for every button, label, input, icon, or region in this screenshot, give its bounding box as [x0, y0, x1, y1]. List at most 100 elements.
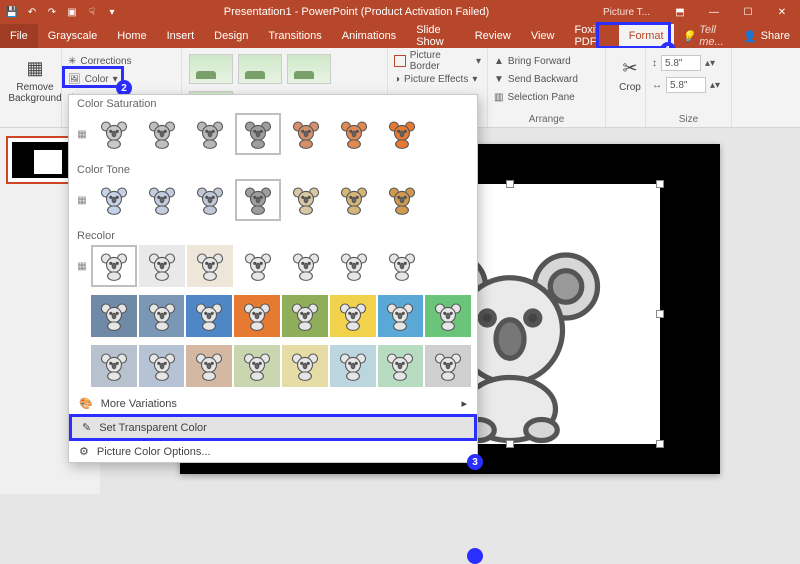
tab-home[interactable]: Home	[107, 24, 156, 48]
color-swatch[interactable]	[91, 345, 137, 387]
color-swatch[interactable]	[139, 179, 185, 221]
share-button[interactable]: 👤 Share	[733, 24, 800, 48]
bring-forward-button[interactable]: ▲Bring Forward	[494, 52, 599, 70]
color-swatch[interactable]	[379, 245, 425, 287]
tab-foxitpdf[interactable]: Foxit PDF	[564, 24, 618, 48]
stepper-icon[interactable]: ▴▾	[705, 58, 715, 69]
tab-format[interactable]: Format	[619, 24, 674, 48]
color-swatch[interactable]	[139, 345, 185, 387]
minimize-icon[interactable]: —	[700, 0, 728, 24]
picture-style-thumb[interactable]	[189, 54, 233, 84]
color-swatch[interactable]	[378, 345, 424, 387]
color-swatch[interactable]	[235, 245, 281, 287]
maximize-icon[interactable]: ☐	[734, 0, 762, 24]
stepper-icon[interactable]: ▴▾	[710, 80, 720, 91]
color-swatch[interactable]	[91, 179, 137, 221]
recolor-row: ▦	[69, 243, 477, 293]
start-slideshow-icon[interactable]: ▣	[64, 4, 80, 20]
picture-style-thumb[interactable]	[238, 54, 282, 84]
color-swatch[interactable]	[331, 245, 377, 287]
crop-icon: ✂	[616, 54, 644, 82]
color-swatch[interactable]	[91, 113, 137, 155]
color-swatch[interactable]	[331, 113, 377, 155]
title-bar: 💾 ↶ ↷ ▣ ☟ ▾ Presentation1 - PowerPoint (…	[0, 0, 800, 24]
color-swatch[interactable]	[139, 245, 185, 287]
set-transparent-color-item[interactable]: ✎ Set Transparent Color	[69, 414, 477, 441]
tab-slideshow[interactable]: Slide Show	[406, 24, 465, 48]
color-swatch[interactable]	[187, 113, 233, 155]
color-swatch[interactable]	[91, 245, 137, 287]
color-swatch[interactable]	[235, 179, 281, 221]
color-swatch[interactable]	[425, 295, 471, 337]
picture-border-button[interactable]: Picture Border▾	[394, 52, 481, 70]
send-backward-icon: ▼	[494, 74, 504, 85]
color-swatch[interactable]	[379, 113, 425, 155]
ribbon-options-icon[interactable]: ⬒	[666, 0, 694, 24]
color-swatch[interactable]	[379, 179, 425, 221]
tell-me-search[interactable]: 💡 Tell me...	[674, 24, 733, 48]
picture-color-options-item[interactable]: ⚙ Picture Color Options...	[69, 441, 477, 462]
tab-insert[interactable]: Insert	[157, 24, 205, 48]
color-swatch[interactable]	[330, 295, 376, 337]
corrections-icon: ✳	[68, 56, 76, 67]
touch-mode-icon[interactable]: ☟	[84, 4, 100, 20]
color-swatch[interactable]	[330, 345, 376, 387]
close-icon[interactable]: ✕	[768, 0, 796, 24]
color-swatch[interactable]	[186, 345, 232, 387]
picture-effects-button[interactable]: ◑Picture Effects▾	[394, 70, 481, 88]
recolor-row	[69, 293, 477, 343]
save-icon[interactable]: 💾	[4, 4, 20, 20]
selection-pane-button[interactable]: ▥Selection Pane	[494, 88, 599, 106]
palette-icon: 🎨	[79, 397, 93, 410]
qat-customize-icon[interactable]: ▾	[104, 4, 120, 20]
color-swatch[interactable]	[378, 295, 424, 337]
color-swatch[interactable]	[283, 179, 329, 221]
color-swatch[interactable]	[187, 245, 233, 287]
color-swatch[interactable]	[283, 245, 329, 287]
tab-design[interactable]: Design	[204, 24, 258, 48]
window-title: Presentation1 - PowerPoint (Product Acti…	[120, 6, 593, 18]
tab-review[interactable]: Review	[465, 24, 521, 48]
height-icon: ↕	[652, 58, 657, 69]
color-icon: 🖼	[68, 74, 81, 85]
recolor-row	[69, 343, 477, 393]
color-swatch[interactable]	[235, 113, 281, 155]
ribbon-tabs: File Grayscale Home Insert Design Transi…	[0, 24, 800, 48]
color-swatch[interactable]	[187, 179, 233, 221]
share-label: Share	[761, 30, 790, 42]
tab-transitions[interactable]: Transitions	[258, 24, 331, 48]
contextual-tab-label: Picture T...	[593, 7, 660, 18]
remove-background-button[interactable]: ▦ Remove Background	[6, 50, 64, 104]
color-swatch[interactable]	[234, 295, 280, 337]
color-swatch[interactable]	[234, 345, 280, 387]
color-swatch[interactable]	[91, 295, 137, 337]
color-swatch[interactable]	[186, 295, 232, 337]
send-backward-button[interactable]: ▼Send Backward	[494, 70, 599, 88]
color-swatch[interactable]	[282, 345, 328, 387]
color-swatch[interactable]	[283, 113, 329, 155]
set-transparent-label: Set Transparent Color	[99, 422, 207, 434]
saturation-row: ▦	[69, 111, 477, 161]
eyedropper-icon: ✎	[82, 421, 91, 434]
quick-access-toolbar: 💾 ↶ ↷ ▣ ☟ ▾	[4, 4, 120, 20]
tab-view[interactable]: View	[521, 24, 565, 48]
corrections-button[interactable]: ✳Corrections	[68, 52, 175, 70]
color-swatch[interactable]	[139, 295, 185, 337]
tab-grayscale[interactable]: Grayscale	[38, 24, 108, 48]
color-swatch[interactable]	[331, 179, 377, 221]
tab-file[interactable]: File	[0, 24, 38, 48]
color-button[interactable]: 🖼 Color ▾	[68, 70, 175, 88]
color-swatch[interactable]	[139, 113, 185, 155]
undo-icon[interactable]: ↶	[24, 4, 40, 20]
color-swatch[interactable]	[282, 295, 328, 337]
picture-style-thumb[interactable]	[287, 54, 331, 84]
color-swatch[interactable]	[425, 345, 471, 387]
share-icon: 👤	[743, 30, 757, 43]
tab-animations[interactable]: Animations	[332, 24, 406, 48]
height-input[interactable]: 5.8"	[661, 55, 701, 71]
color-dropdown-popup: Color Saturation ▦ Color Tone ▦	[68, 94, 478, 463]
crop-button[interactable]: ✂ Crop	[612, 50, 648, 93]
redo-icon[interactable]: ↷	[44, 4, 60, 20]
width-input[interactable]: 5.8"	[666, 77, 706, 93]
more-variations-item[interactable]: 🎨 More Variations ▸	[69, 393, 477, 414]
